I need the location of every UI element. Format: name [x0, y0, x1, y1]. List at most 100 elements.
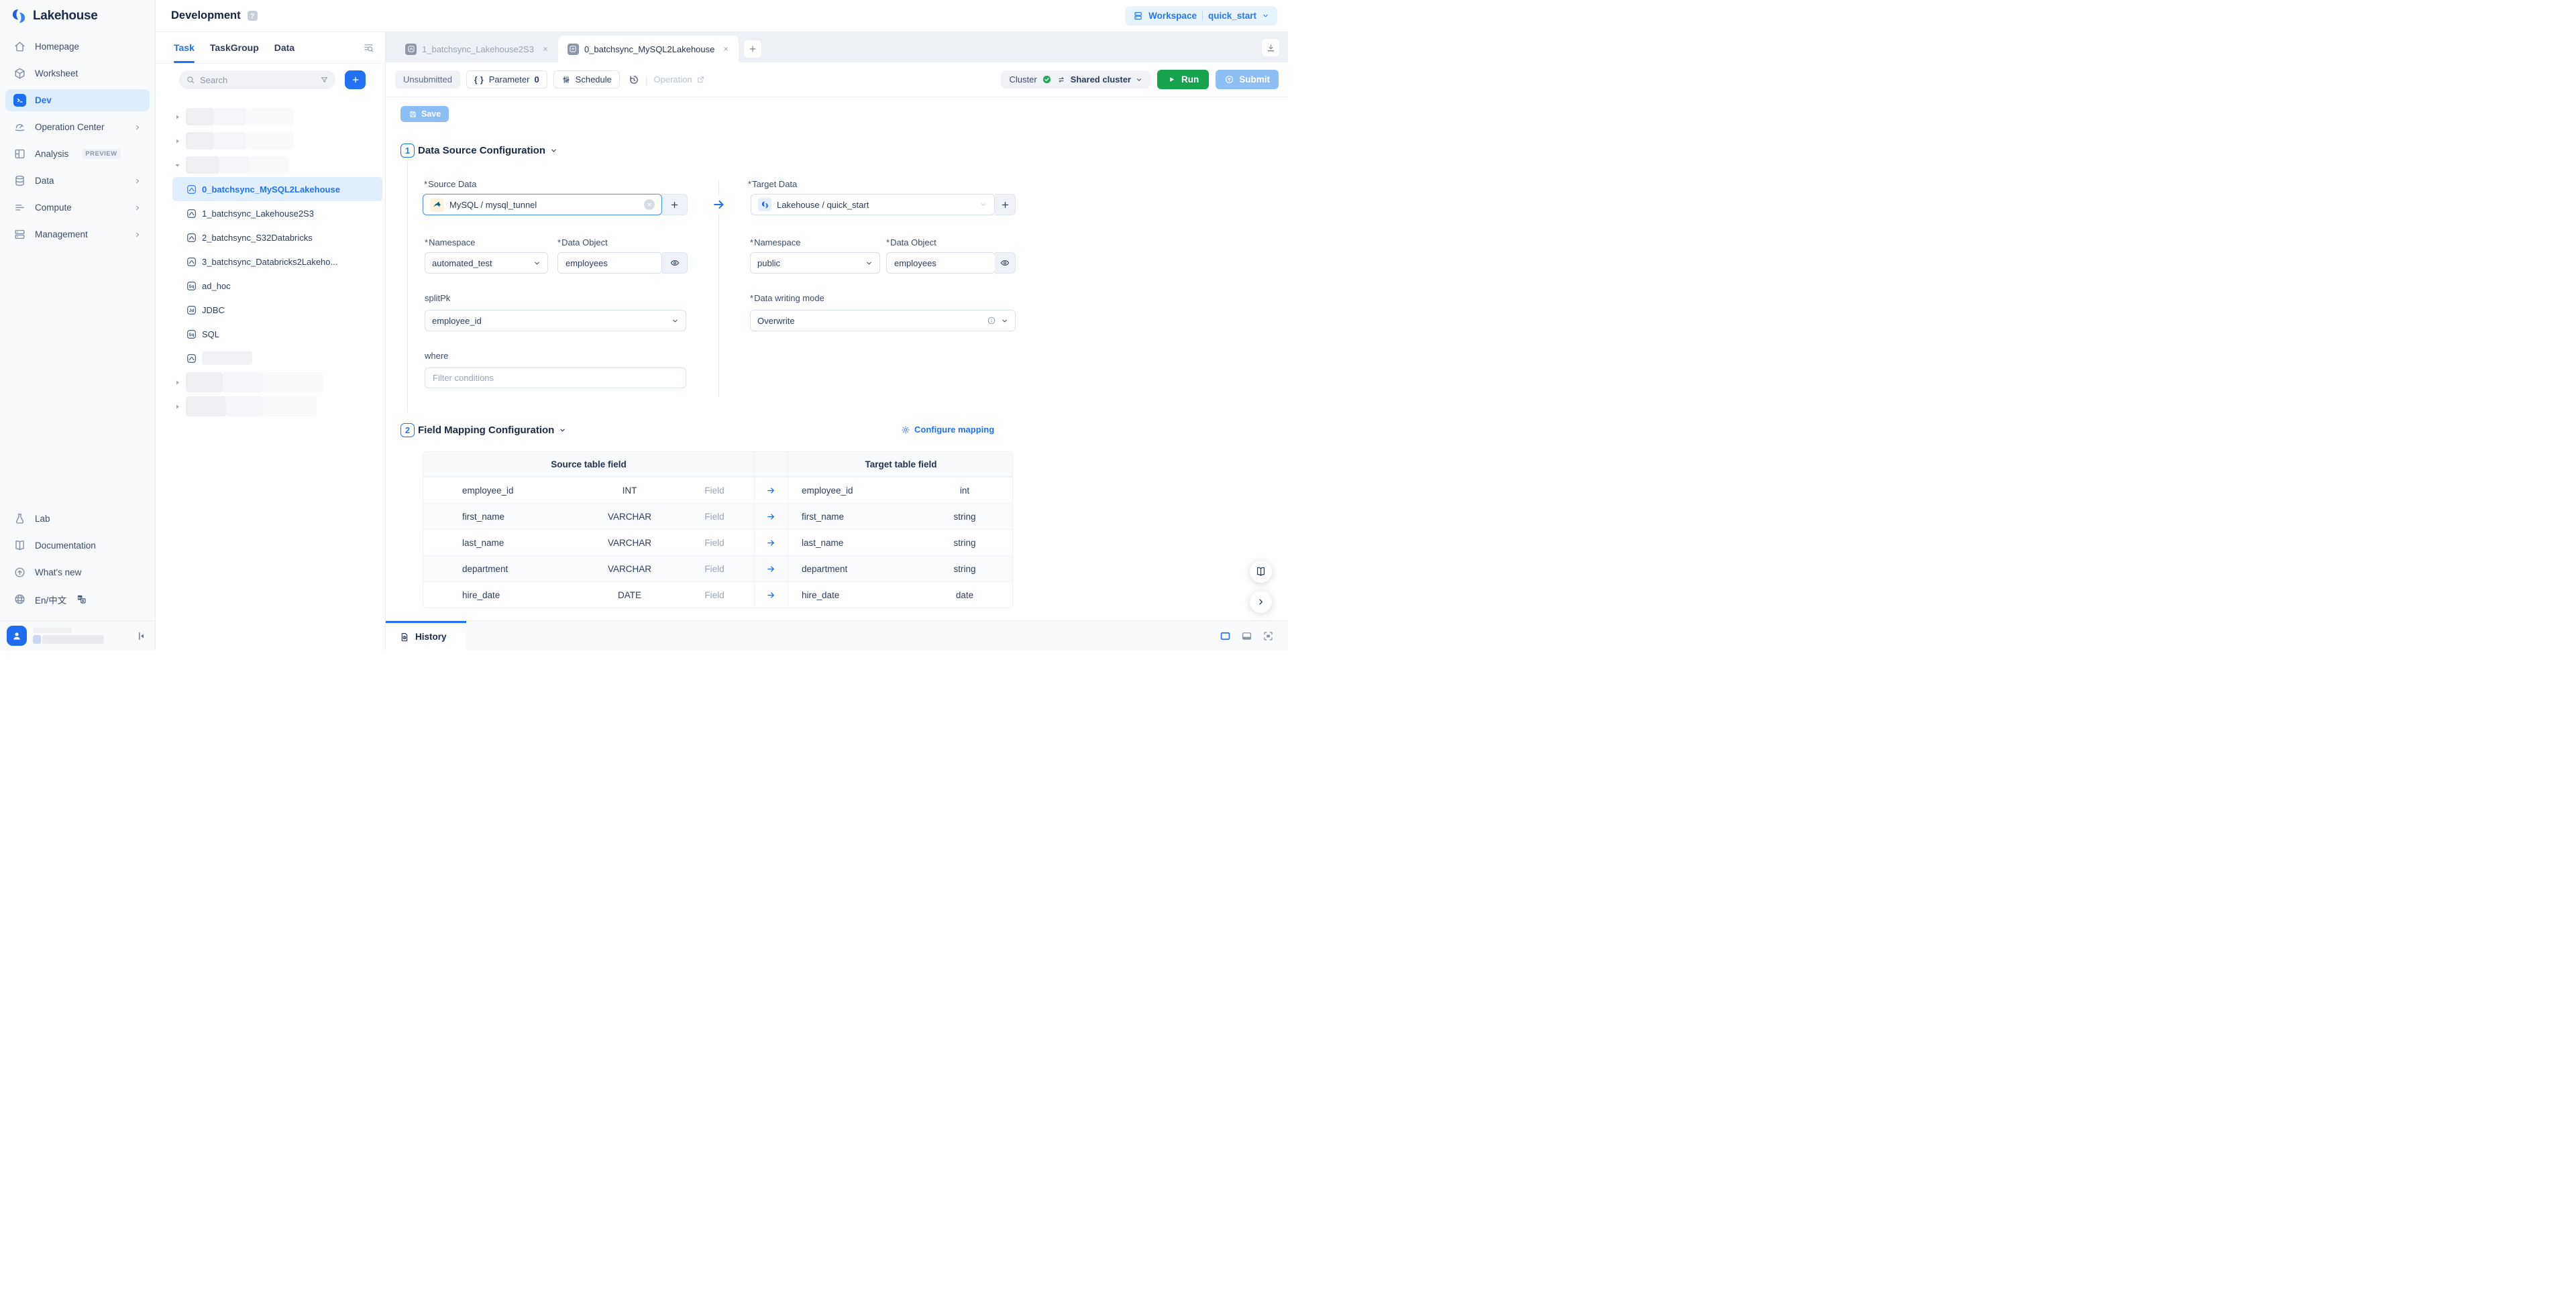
source-namespace-label: Namespace [425, 237, 475, 247]
layout-full-icon[interactable] [1219, 630, 1232, 642]
search-input[interactable]: Search [179, 70, 335, 89]
target-object-preview-button[interactable] [995, 252, 1016, 274]
source-type: VARCHAR [584, 538, 675, 548]
source-namespace-select[interactable]: automated_test [425, 252, 548, 274]
sidebar-item-operation-center[interactable]: Operation Center [5, 116, 150, 138]
sidebar-item-dev[interactable]: Dev [5, 89, 150, 111]
sidebar-item-label: Operation Center [35, 122, 105, 132]
close-icon[interactable] [542, 46, 549, 52]
sidebar-item-worksheet[interactable]: Worksheet [5, 62, 150, 84]
sidebar-item-management[interactable]: Management [5, 223, 150, 245]
tree-item-0-batchsync-mysql2lakehouse[interactable]: 0_batchsync_MySQL2Lakehouse [172, 177, 382, 201]
writing-mode-select[interactable]: Overwrite [750, 310, 1016, 331]
tree-item-redacted[interactable] [172, 346, 382, 370]
tree-folder-redacted[interactable] [156, 105, 385, 129]
target-object-input[interactable] [886, 252, 996, 274]
caret-right-icon[interactable] [174, 137, 181, 145]
explorer-tab-taskgroup[interactable]: TaskGroup [210, 32, 259, 63]
target-field: department [788, 564, 916, 574]
splitpk-label: splitPk [425, 293, 450, 303]
collapse-panel-floating-button[interactable] [1250, 591, 1272, 613]
jd-task-icon: Jd [186, 304, 197, 316]
sidebar-item-lab[interactable]: Lab [5, 508, 150, 530]
new-tab-button[interactable] [744, 40, 761, 58]
filter-icon[interactable] [320, 76, 329, 84]
workspace-selector[interactable]: Workspace quick_start [1125, 6, 1277, 25]
tree-item-sql[interactable]: Sq SQL [172, 322, 382, 346]
editor-tab-1-batchsync-lakehouse2s3[interactable]: 1_batchsync_Lakehouse2S3 [396, 36, 558, 62]
editor: 1_batchsync_Lakehouse2S30_batchsync_MySQ… [386, 32, 1288, 650]
tree-item-label: ad_hoc [202, 281, 231, 291]
info-icon [987, 316, 996, 325]
parameter-button[interactable]: { } Parameter 0 [466, 70, 547, 89]
tree-item-jdbc[interactable]: JdJDBC [172, 298, 382, 322]
redacted-folder-label [186, 108, 293, 125]
target-namespace-select[interactable]: public [750, 252, 880, 274]
redacted-folder-label [186, 372, 323, 392]
tree-item-label: SQL [202, 329, 219, 339]
help-icon[interactable]: ? [248, 11, 258, 21]
splitpk-select[interactable]: employee_id [425, 310, 686, 331]
section-1-title[interactable]: Data Source Configuration [418, 144, 557, 158]
sidebar-item-documentation[interactable]: Documentation [5, 534, 150, 557]
mysql-icon [430, 198, 444, 212]
version-history-icon[interactable] [629, 74, 639, 85]
source-object-preview-button[interactable] [662, 252, 688, 274]
download-icon[interactable] [1262, 39, 1279, 56]
tree-item-3-batchsync-databricks2lakeho[interactable]: 3_batchsync_Databricks2Lakeho... [172, 249, 382, 274]
save-button[interactable]: Save [400, 106, 449, 122]
cluster-selector[interactable]: Cluster Shared cluster [1001, 70, 1150, 89]
sidebar-collapse-icon[interactable] [136, 630, 147, 642]
submit-icon [1224, 74, 1234, 84]
tree-item-ad-hoc[interactable]: Sqad_hoc [172, 274, 382, 298]
tree-folder-redacted[interactable] [156, 129, 385, 153]
add-source-connection-button[interactable] [662, 194, 688, 215]
source-object-label: Data Object [557, 237, 608, 247]
caret-right-icon[interactable] [174, 403, 181, 410]
where-input[interactable] [425, 367, 686, 388]
explorer-tab-task[interactable]: Task [174, 32, 195, 63]
schedule-button[interactable]: Schedule [553, 70, 620, 89]
tree-item-2-batchsync-s32databricks[interactable]: 2_batchsync_S32Databricks [172, 225, 382, 249]
tree-folder-redacted[interactable] [156, 370, 385, 394]
sidebar-item-analysis[interactable]: AnalysisPREVIEW [5, 143, 150, 165]
docs-floating-button[interactable] [1250, 561, 1272, 583]
clear-icon[interactable] [644, 199, 655, 210]
editor-tab-0-batchsync-mysql2lakehouse[interactable]: 0_batchsync_MySQL2Lakehouse [558, 36, 739, 62]
sidebar-item-data[interactable]: Data [5, 170, 150, 192]
source-object-input[interactable] [557, 252, 662, 274]
avatar[interactable] [7, 626, 27, 646]
explorer-tab-data[interactable]: Data [274, 32, 294, 63]
run-button[interactable]: Run [1157, 70, 1209, 89]
locate-file-icon[interactable] [363, 32, 374, 63]
target-data-select[interactable]: Lakehouse / quick_start [751, 194, 995, 215]
user-name-redacted [33, 628, 104, 644]
tree-folder-redacted[interactable] [156, 153, 385, 177]
configure-mapping-link[interactable]: Configure mapping [901, 425, 994, 435]
history-doc-icon [399, 632, 410, 642]
svg-text:Sq: Sq [189, 333, 194, 337]
add-task-button[interactable] [345, 70, 366, 89]
history-tab[interactable]: History [386, 621, 466, 650]
tree-folder-redacted[interactable] [156, 394, 385, 418]
submit-button[interactable]: Submit [1216, 70, 1279, 89]
sidebar-item-what-s-new[interactable]: What's new [5, 561, 150, 583]
tree-item-1-batchsync-lakehouse2s3[interactable]: 1_batchsync_Lakehouse2S3 [172, 201, 382, 225]
caret-down-icon[interactable] [174, 162, 181, 169]
section-2-title[interactable]: Field Mapping Configuration [418, 423, 566, 437]
caret-right-icon[interactable] [174, 379, 181, 386]
columns-icon [13, 148, 26, 160]
source-data-select[interactable]: MySQL / mysql_tunnel [423, 194, 662, 215]
layout-split-icon[interactable] [1240, 630, 1253, 642]
add-target-connection-button[interactable] [995, 194, 1016, 215]
sidebar-item-homepage[interactable]: Homepage [5, 36, 150, 58]
sidebar-item-compute[interactable]: Compute [5, 196, 150, 219]
source-to-target-arrow-icon [706, 195, 732, 214]
caret-right-icon[interactable] [174, 113, 181, 121]
chevron-down-icon [1136, 76, 1142, 83]
editor-toolbar: Unsubmitted { } Parameter 0 Schedule | O… [386, 62, 1288, 97]
close-icon[interactable] [722, 46, 729, 52]
layout-maximize-icon[interactable] [1262, 630, 1275, 642]
tree-item-label: 2_batchsync_S32Databricks [202, 233, 313, 243]
sidebar-item-en[interactable]: En/中文En [5, 588, 150, 610]
